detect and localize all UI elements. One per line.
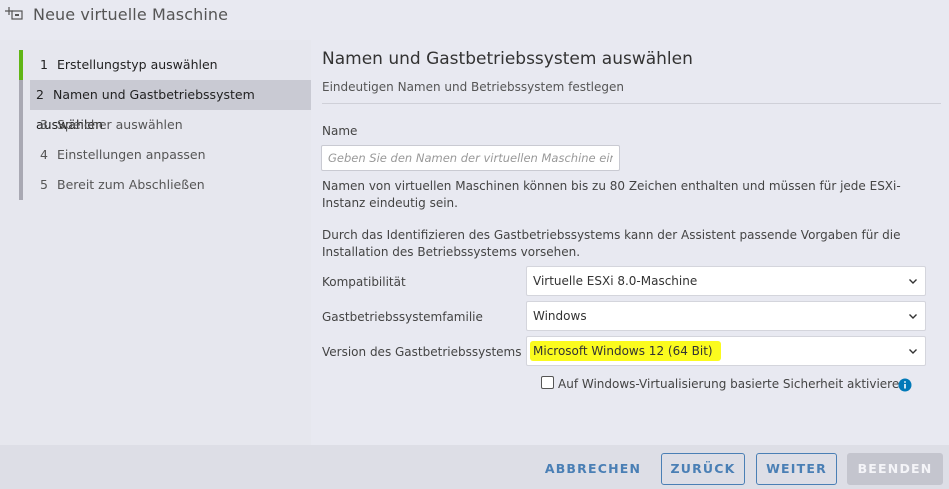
chevron-down-icon — [909, 349, 917, 354]
next-button[interactable]: WEITER — [756, 453, 837, 485]
os-family-value: Windows — [533, 309, 587, 323]
os-help-text: Durch das Identifizieren des Gastbetrieb… — [322, 228, 901, 259]
page-title: Namen und Gastbetriebssystem auswählen — [322, 49, 693, 69]
step-1[interactable]: 1 Erstellungstyp auswählen — [19, 50, 311, 80]
step-4[interactable]: 4 Einstellungen anpassen — [19, 140, 311, 170]
step-2[interactable]: 2 Namen und Gastbetriebssystem auswählen — [19, 80, 311, 132]
name-help-text: Namen von virtuellen Maschinen können bi… — [322, 179, 901, 210]
vbs-label: Auf Windows-Virtualisierung basierte Sic… — [558, 377, 907, 391]
add-vm-icon — [5, 7, 23, 20]
compatibility-label: Kompatibilität — [322, 275, 406, 289]
step-number: 4 — [40, 147, 48, 162]
highlight-marker: Microsoft Windows 12 (64 Bit) — [530, 341, 721, 361]
vbs-checkbox[interactable] — [541, 376, 554, 389]
page-subtitle: Eindeutigen Namen und Betriebssystem fes… — [322, 80, 624, 94]
name-label: Name — [322, 124, 358, 138]
step-label: Erstellungstyp auswählen — [57, 57, 218, 72]
finish-button[interactable]: BEENDEN — [847, 453, 943, 485]
step-label: Speicher auswählen — [57, 117, 183, 132]
os-family-label: Gastbetriebssystemfamilie — [322, 310, 483, 324]
step-3[interactable]: 3 Speicher auswählen — [19, 110, 311, 140]
compatibility-value: Virtuelle ESXi 8.0-Maschine — [533, 274, 698, 288]
step-label: Einstellungen anpassen — [57, 147, 206, 162]
compatibility-select[interactable]: Virtuelle ESXi 8.0-Maschine — [526, 266, 926, 296]
os-version-label: Version des Gastbetriebssystems — [322, 345, 522, 359]
window-title: Neue virtuelle Maschine — [33, 5, 229, 24]
info-icon[interactable] — [898, 378, 912, 392]
step-number: 5 — [40, 177, 48, 192]
step-5[interactable]: 5 Bereit zum Abschließen — [19, 170, 311, 200]
wizard-sidebar: 1 Erstellungstyp auswählen 2 Namen und Gas… — [0, 40, 311, 445]
step-label: Bereit zum Abschließen — [57, 177, 205, 192]
step-number: 1 — [40, 57, 48, 72]
cancel-button[interactable]: ABBRECHEN — [538, 453, 648, 485]
vm-name-input[interactable] — [321, 145, 620, 171]
os-version-select[interactable]: Microsoft Windows 12 (64 Bit) — [526, 336, 926, 366]
os-family-select[interactable]: Windows — [526, 301, 926, 331]
chevron-down-icon — [909, 314, 917, 319]
wizard-steps: 1 Erstellungstyp auswählen 2 Namen und Gas… — [19, 50, 311, 200]
step-number: 2 — [36, 87, 44, 102]
step-number: 3 — [40, 117, 48, 132]
chevron-down-icon — [909, 279, 917, 284]
os-version-value: Microsoft Windows 12 (64 Bit) — [530, 341, 721, 361]
back-button[interactable]: ZURÜCK — [661, 453, 745, 485]
divider — [322, 103, 941, 104]
title-bar: Neue virtuelle Maschine — [0, 0, 949, 32]
